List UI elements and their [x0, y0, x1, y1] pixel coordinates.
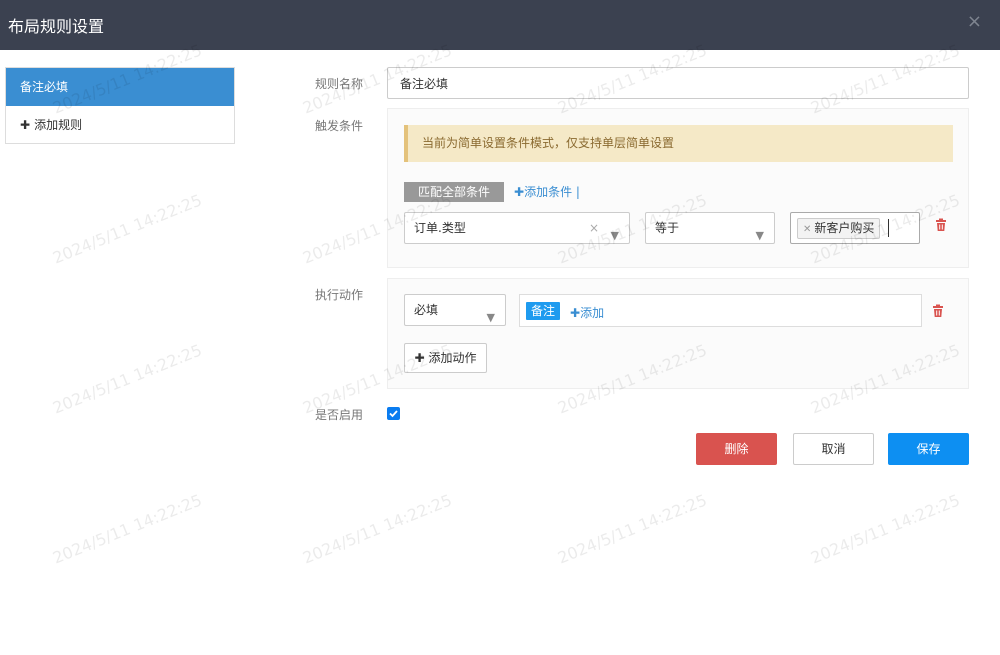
rule-name-input[interactable] [387, 67, 969, 99]
condition-field-select[interactable]: 订单.类型 × ▼ [404, 212, 630, 244]
add-action-button[interactable]: ✚ 添加动作 [404, 343, 487, 373]
action-label: 执行动作 [315, 288, 364, 302]
trash-icon[interactable] [931, 304, 945, 318]
match-all-button[interactable]: 匹配全部条件 [404, 182, 504, 202]
dialog-title: 布局规则设置 [8, 17, 105, 36]
watermark: 2024/5/11 14:22:25 [808, 490, 963, 568]
action-type-select[interactable]: 必填 ▼ [404, 294, 506, 326]
watermark: 2024/5/11 14:22:25 [50, 190, 205, 268]
watermark: 2024/5/11 14:22:25 [50, 490, 205, 568]
enabled-label: 是否启用 [315, 408, 364, 422]
add-field-label: 添加 [580, 306, 605, 320]
chevron-down-icon: ▼ [610, 229, 619, 242]
watermark: 2024/5/11 14:22:25 [50, 340, 205, 418]
add-action-label: 添加动作 [428, 351, 477, 365]
condition-operator-value: 等于 [655, 221, 680, 235]
plus-icon: ✚ [20, 118, 31, 132]
value-tag-label: 新客户购买 [814, 221, 875, 235]
dialog-header: 布局规则设置 × [0, 0, 1000, 50]
save-button[interactable]: 保存 [888, 433, 969, 465]
condition-field-value: 订单.类型 [414, 221, 466, 235]
close-icon[interactable]: × [967, 12, 982, 32]
plus-icon: ✚ [514, 185, 525, 199]
remove-tag-icon[interactable]: ✕ [803, 224, 811, 235]
simple-mode-notice: 当前为简单设置条件模式，仅支持单层简单设置 [404, 125, 953, 162]
trigger-label: 触发条件 [315, 119, 364, 133]
action-type-value: 必填 [414, 303, 439, 317]
add-condition-link[interactable]: ✚添加条件 | [514, 183, 580, 200]
watermark: 2024/5/11 14:22:25 [555, 490, 710, 568]
enabled-checkbox[interactable] [387, 407, 400, 420]
check-icon [389, 410, 398, 418]
add-rule-label: 添加规则 [34, 118, 83, 132]
field-tag: 备注 [526, 302, 561, 320]
cancel-button[interactable]: 取消 [793, 433, 874, 465]
chevron-down-icon: ▼ [755, 229, 764, 242]
plus-icon: ✚ [414, 351, 425, 365]
condition-value-input[interactable]: ✕ 新客户购买 [790, 212, 920, 244]
watermark: 2024/5/11 14:22:25 [300, 490, 455, 568]
rule-name-label: 规则名称 [315, 77, 364, 91]
rule-list: 备注必填 ✚ 添加规则 [5, 67, 235, 144]
add-rule-button[interactable]: ✚ 添加规则 [6, 106, 234, 144]
condition-operator-select[interactable]: 等于 ▼ [645, 212, 775, 244]
delete-button[interactable]: 删除 [696, 433, 777, 465]
plus-icon: ✚ [570, 306, 581, 320]
value-tag: ✕ 新客户购买 [797, 218, 881, 239]
text-cursor [888, 219, 889, 237]
chevron-down-icon: ▼ [486, 311, 495, 324]
clear-icon[interactable]: × [589, 213, 599, 243]
add-condition-label: 添加条件 | [524, 185, 580, 199]
rule-item-active[interactable]: 备注必填 [6, 68, 234, 106]
action-field-box[interactable]: 备注 ✚添加 [519, 294, 922, 327]
trash-icon[interactable] [934, 218, 948, 232]
add-field-link[interactable]: ✚添加 [570, 304, 604, 321]
